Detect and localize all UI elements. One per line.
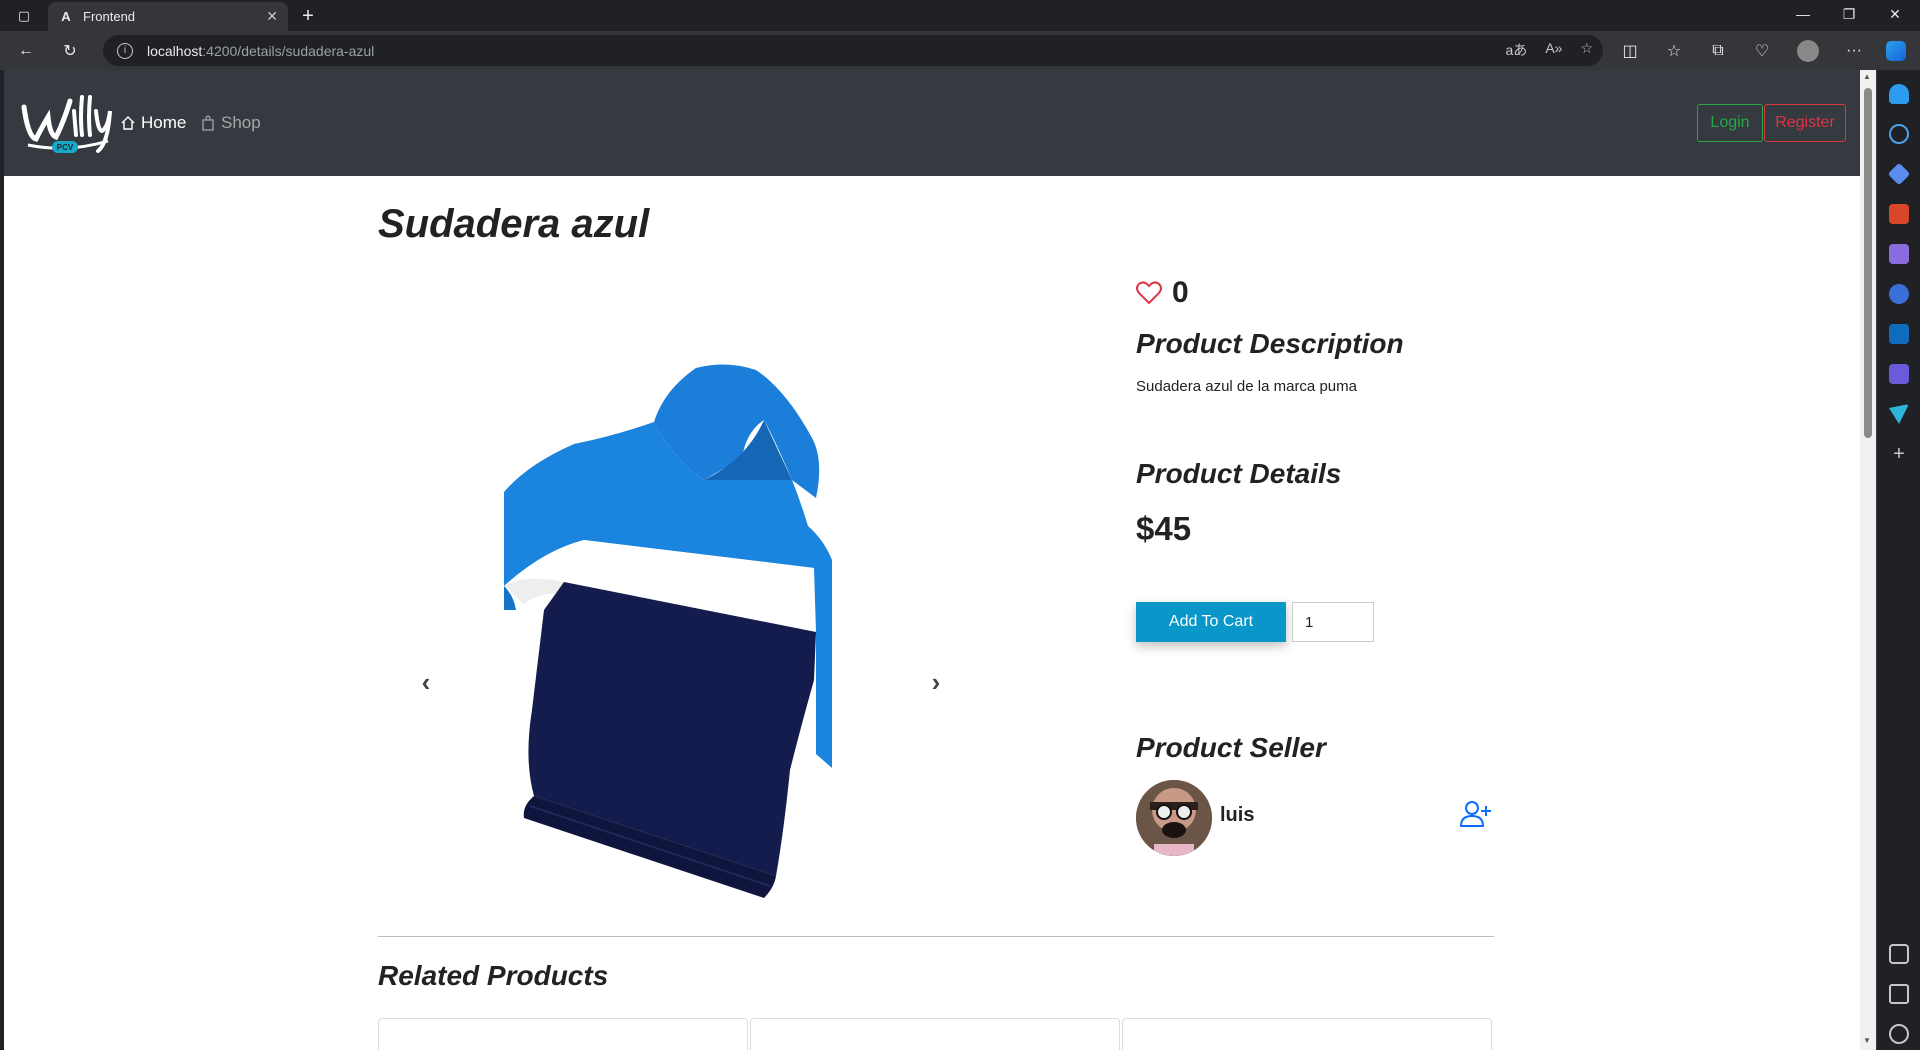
tab-actions-icon[interactable]: ▢ [10, 6, 38, 26]
seller-avatar[interactable] [1136, 780, 1212, 856]
page-viewport: PCV Home Shop Login Register Sudadera az… [4, 70, 1860, 1050]
quantity-input[interactable] [1292, 602, 1374, 642]
related-product-card[interactable] [750, 1018, 1120, 1050]
more-menu-icon[interactable]: ··· [1842, 39, 1866, 63]
outlook-icon[interactable] [1889, 324, 1909, 344]
heart-icon[interactable] [1136, 281, 1162, 305]
collections-icon[interactable]: ⧉ [1706, 39, 1730, 63]
close-tab-icon[interactable]: ✕ [266, 8, 278, 25]
seller-name[interactable]: luis [1220, 804, 1254, 827]
browser-essentials-icon[interactable]: ♡ [1750, 39, 1774, 63]
nav-shop-label: Shop [221, 113, 261, 132]
product-image-carousel: ‹ › [404, 350, 964, 1010]
new-tab-icon[interactable]: + [296, 4, 320, 28]
tab-title: Frontend [83, 9, 136, 24]
page-scrollbar[interactable]: ▲ ▼ [1860, 70, 1876, 1050]
willy-logo[interactable]: PCV [18, 87, 114, 159]
designer-icon[interactable] [1889, 364, 1909, 384]
product-image [504, 364, 832, 898]
refresh-icon[interactable]: ↻ [58, 39, 82, 63]
drop-icon[interactable] [1889, 404, 1909, 424]
details-heading: Product Details [1136, 458, 1342, 489]
related-products-heading: Related Products [378, 960, 609, 991]
url-host: localhost [147, 42, 203, 59]
logo-sub-text: PCV [57, 143, 74, 152]
tools-icon[interactable] [1889, 204, 1909, 224]
seller-heading: Product Seller [1136, 732, 1326, 763]
site-navbar: PCV Home Shop Login Register [4, 70, 1860, 176]
settings-gear-icon[interactable] [1889, 1024, 1909, 1044]
browser-tab[interactable]: A Frontend ✕ [48, 2, 288, 31]
angular-favicon-icon: A [61, 9, 71, 24]
section-divider [378, 936, 1494, 937]
minimize-icon[interactable]: — [1788, 6, 1818, 22]
add-user-icon[interactable] [1460, 800, 1492, 828]
favorite-star-icon[interactable]: ☆ [1580, 40, 1593, 60]
copilot-sidebar-icon[interactable] [1889, 284, 1909, 304]
nav-home-label: Home [141, 113, 187, 132]
add-sidebar-app-icon[interactable]: + [1889, 444, 1909, 464]
browser-toolbar: ← ↻ i localhost:4200/details/sudadera-az… [0, 31, 1920, 70]
product-title: Sudadera azul [378, 202, 650, 246]
favorites-icon[interactable]: ☆ [1662, 39, 1686, 63]
shopping-tag-icon[interactable] [1887, 162, 1911, 186]
add-to-cart-button[interactable]: Add To Cart [1136, 602, 1286, 642]
search-icon[interactable] [1889, 124, 1909, 144]
nav-home-link[interactable]: Home [120, 113, 186, 133]
copilot-icon[interactable] [1884, 39, 1908, 63]
description-heading: Product Description [1136, 328, 1404, 359]
profile-avatar-icon[interactable] [1796, 39, 1820, 63]
scroll-thumb[interactable] [1864, 88, 1872, 438]
related-product-card[interactable] [378, 1018, 748, 1050]
product-description: Sudadera azul de la marca puma [1136, 378, 1357, 395]
url-path: :4200/details/sudadera-azul [202, 42, 375, 59]
read-aloud-icon[interactable]: A» [1545, 40, 1562, 60]
restore-icon[interactable]: ❐ [1834, 6, 1864, 23]
split-screen-icon[interactable]: ◫ [1618, 39, 1642, 63]
product-price: $45 [1136, 510, 1192, 547]
browser-tabbar: ▢ A Frontend ✕ + — ❐ ✕ [0, 0, 1920, 31]
shopping-bag-icon [202, 115, 214, 131]
register-button[interactable]: Register [1764, 104, 1846, 142]
games-icon[interactable] [1889, 244, 1909, 264]
back-icon[interactable]: ← [14, 39, 38, 63]
scroll-up-icon[interactable]: ▲ [1863, 72, 1871, 81]
translate-icon[interactable]: aあ [1506, 40, 1528, 60]
open-external-icon[interactable] [1889, 984, 1909, 1004]
likes-counter: 0 [1136, 276, 1189, 310]
address-bar[interactable]: i localhost:4200/details/sudadera-azul a… [103, 35, 1603, 66]
close-window-icon[interactable]: ✕ [1880, 6, 1910, 23]
carousel-next-icon[interactable]: › [924, 667, 948, 697]
login-button[interactable]: Login [1697, 104, 1763, 142]
related-product-card[interactable] [1122, 1018, 1492, 1050]
scroll-down-icon[interactable]: ▼ [1863, 1036, 1871, 1045]
site-info-icon[interactable]: i [117, 42, 133, 59]
likes-count: 0 [1172, 276, 1189, 309]
carousel-prev-icon[interactable]: ‹ [414, 667, 438, 697]
edge-sidebar: + [1876, 70, 1920, 1050]
home-icon [121, 116, 135, 130]
notifications-icon[interactable] [1889, 84, 1909, 104]
nav-shop-link[interactable]: Shop [200, 113, 261, 133]
hide-sidebar-icon[interactable] [1889, 944, 1909, 964]
